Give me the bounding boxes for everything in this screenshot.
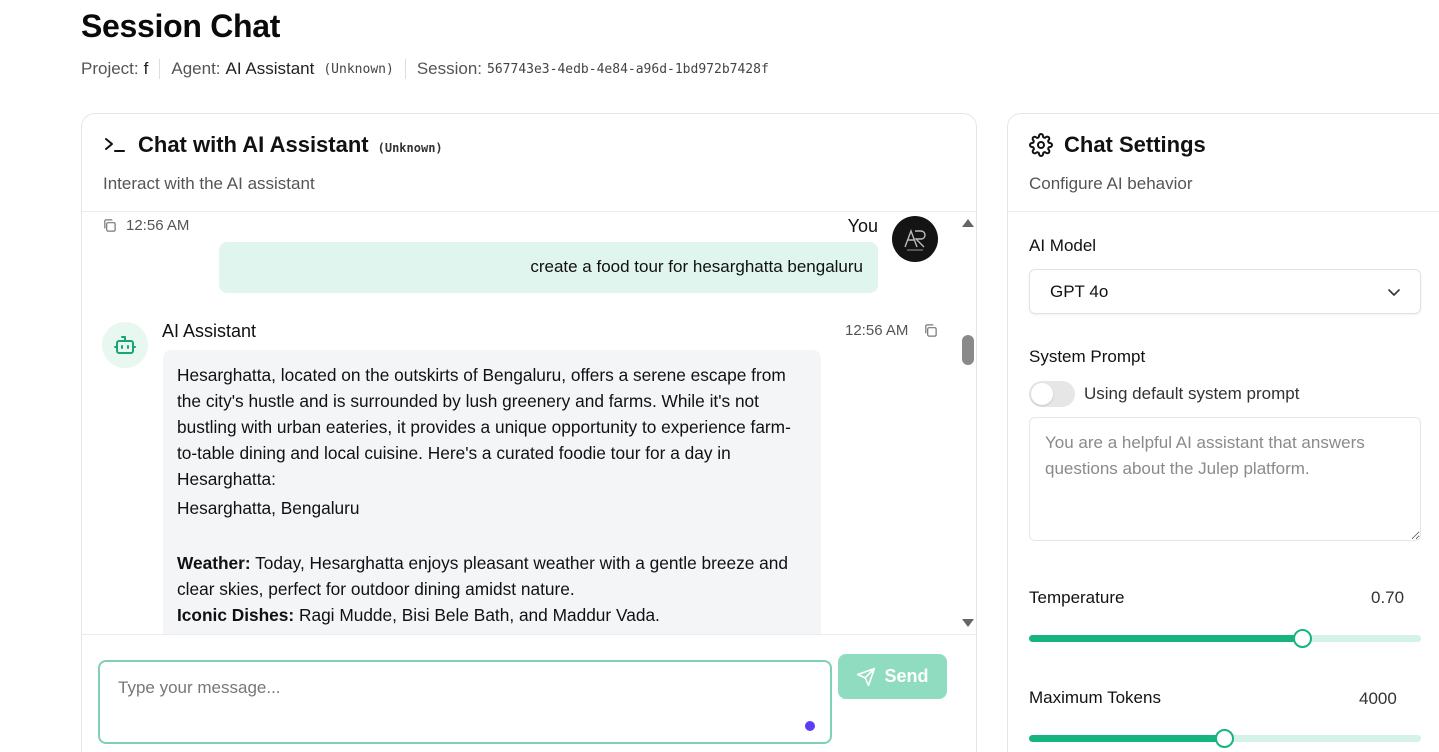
meta-divider <box>404 59 406 79</box>
message-meta: 12:56 AM <box>845 322 938 339</box>
max-tokens-slider[interactable] <box>1029 729 1421 748</box>
dishes-text: Ragi Mudde, Bisi Bele Bath, and Maddur V… <box>294 605 660 625</box>
temperature-value: 0.70 <box>1371 588 1405 607</box>
session-id: 567743e3-4edb-4e84-a96d-1bd972b7428f <box>487 61 769 77</box>
gear-icon <box>1029 133 1053 157</box>
scrollbar-thumb[interactable] <box>962 335 974 365</box>
agent-value: AI Assistant <box>225 59 315 78</box>
agent-status-badge: (Unknown) <box>377 141 443 155</box>
model-label: AI Model <box>1029 236 1097 255</box>
slider-thumb[interactable] <box>1293 629 1312 648</box>
settings-subtitle: Configure AI behavior <box>1029 174 1193 193</box>
settings-header: Chat Settings Configure AI behavior <box>1008 114 1439 212</box>
dishes-label: Iconic Dishes: <box>177 605 295 625</box>
toggle-label: Using default system prompt <box>1084 384 1300 403</box>
session-meta: Project: f Agent: AI Assistant (Unknown)… <box>81 59 769 79</box>
scroll-up-arrow-icon[interactable] <box>962 219 974 227</box>
slider-fill <box>1029 735 1225 742</box>
user-message-text: create a food tour for hesarghatta benga… <box>530 257 863 276</box>
chevron-down-icon <box>1388 289 1400 296</box>
page-title: Session Chat <box>81 8 281 44</box>
message-time: 12:56 AM <box>845 322 909 339</box>
composer-divider <box>82 634 976 635</box>
system-prompt-input[interactable] <box>1029 417 1421 541</box>
session-label: Session: <box>416 59 483 78</box>
copy-icon[interactable] <box>923 323 938 338</box>
weather-line: Weather: Today, Hesarghatta enjoys pleas… <box>177 550 807 602</box>
user-message-bubble: create a food tour for hesarghatta benga… <box>219 242 878 293</box>
chat-subtitle: Interact with the AI assistant <box>103 174 315 193</box>
user-avatar-logo <box>904 229 926 251</box>
chat-panel: Chat with AI Assistant (Unknown) Interac… <box>81 113 977 752</box>
max-tokens-label: Maximum Tokens <box>1029 688 1161 707</box>
temperature-slider[interactable] <box>1029 629 1421 648</box>
terminal-icon <box>105 138 125 152</box>
avatar <box>892 216 938 262</box>
settings-panel: Chat Settings Configure AI behavior AI M… <box>1007 113 1439 752</box>
default-prompt-toggle[interactable] <box>1029 381 1075 407</box>
dishes-line: Iconic Dishes: Ragi Mudde, Bisi Bele Bat… <box>177 602 807 628</box>
chat-title: Chat with AI Assistant <box>138 132 369 157</box>
send-label: Send <box>884 666 929 686</box>
temperature-label: Temperature <box>1029 588 1125 607</box>
project-label: Project: <box>81 59 139 78</box>
weather-text: Today, Hesarghatta enjoys pleasant weath… <box>177 553 788 599</box>
scroll-down-arrow-icon[interactable] <box>962 619 974 627</box>
model-select[interactable]: GPT 4o <box>1029 269 1421 314</box>
assistant-name: AI Assistant <box>162 321 257 341</box>
slider-thumb[interactable] <box>1215 729 1234 748</box>
assistant-avatar <box>102 322 148 368</box>
message-scrollbar[interactable] <box>959 213 976 634</box>
message-paragraph: Hesarghatta, located on the outskirts of… <box>177 365 791 489</box>
model-value: GPT 4o <box>1050 281 1109 301</box>
send-icon <box>857 667 876 686</box>
assistant-message-bubble: Hesarghatta, located on the outskirts of… <box>163 350 821 634</box>
toggle-knob <box>1031 383 1053 405</box>
agent-status: (Unknown) <box>323 61 394 77</box>
project-value: f <box>143 59 149 78</box>
chat-header: Chat with AI Assistant (Unknown) Interac… <box>82 114 976 212</box>
settings-title: Chat Settings <box>1064 132 1206 157</box>
agent-label: Agent: <box>171 59 221 78</box>
max-tokens-value: 4000 <box>1359 689 1397 708</box>
send-button[interactable]: Send <box>838 654 947 699</box>
message-input[interactable] <box>98 660 832 744</box>
copy-icon[interactable] <box>102 218 117 233</box>
user-name: You <box>847 216 878 236</box>
input-indicator-dot <box>805 721 815 731</box>
message-list[interactable]: 12:56 AM You create a food tour for hesa… <box>82 213 958 634</box>
bot-icon <box>114 336 136 354</box>
slider-fill <box>1029 635 1303 642</box>
message-meta: 12:56 AM <box>102 217 189 234</box>
weather-label: Weather: <box>177 553 251 573</box>
location-line: Hesarghatta, Bengaluru <box>177 498 360 518</box>
system-prompt-label: System Prompt <box>1029 347 1146 366</box>
meta-divider <box>159 59 161 79</box>
message-time: 12:56 AM <box>126 217 190 234</box>
